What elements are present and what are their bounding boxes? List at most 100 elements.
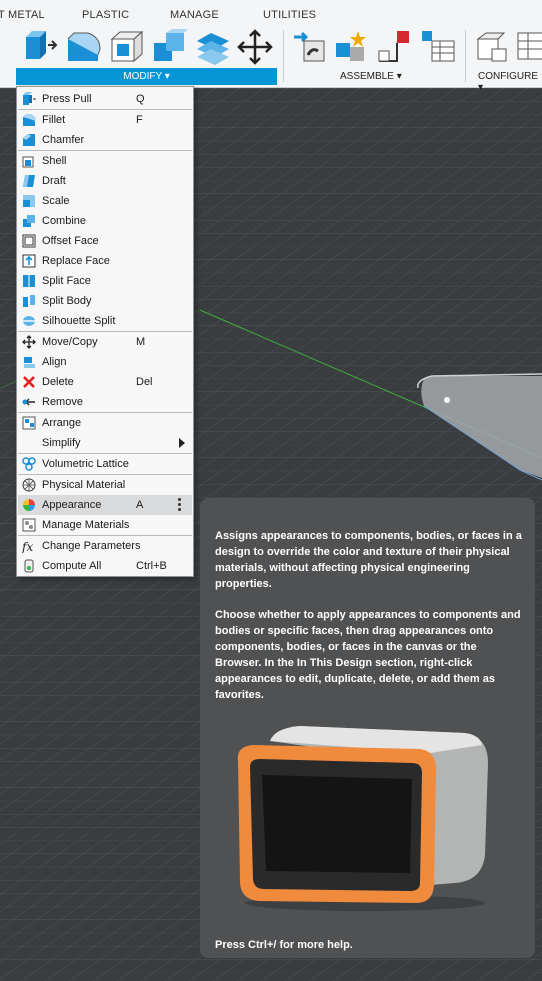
menu-item-shortcut: Ctrl+B: [136, 560, 167, 572]
joint-tool[interactable]: [334, 29, 370, 65]
offset-face-tool[interactable]: [195, 29, 231, 65]
menu-item-simplify[interactable]: Simplify: [18, 433, 192, 453]
menu-item-delete[interactable]: Delete Del: [18, 372, 192, 392]
scale-icon: [22, 194, 36, 208]
toolbar-separator: [465, 30, 466, 82]
tab-sheet-metal[interactable]: T METAL: [0, 9, 45, 21]
new-component-tool[interactable]: [292, 29, 328, 65]
menu-item-chamfer[interactable]: Chamfer: [18, 130, 192, 150]
offset-face-icon: [22, 234, 36, 248]
menu-item-label: Physical Material: [42, 479, 126, 491]
move-icon: [22, 335, 36, 349]
menu-item-split-body[interactable]: Split Body: [18, 291, 192, 311]
menu-item-physical-material[interactable]: Physical Material: [18, 475, 192, 495]
menu-item-volumetric-lattice[interactable]: Volumetric Lattice: [18, 454, 192, 474]
menu-item-label: Offset Face: [42, 235, 99, 247]
menu-item-shortcut: A: [136, 499, 144, 511]
joint-link-icon: [294, 31, 325, 62]
menu-item-label: Volumetric Lattice: [42, 458, 129, 470]
silhouette-split-icon: [22, 314, 36, 328]
menu-item-manage-materials[interactable]: Manage Materials: [18, 515, 192, 535]
menu-item-silhouette-split[interactable]: Silhouette Split: [18, 311, 192, 331]
menu-item-shortcut: Del: [136, 376, 153, 388]
tab-utilities[interactable]: UTILITIES: [263, 9, 316, 21]
menu-item-label: Press Pull: [42, 93, 92, 105]
tooltip-description: Assigns appearances to components, bodie…: [215, 530, 522, 590]
function-fx-icon: fx: [21, 539, 36, 554]
tab-manage[interactable]: MANAGE: [170, 9, 219, 21]
assemble-dropdown[interactable]: ASSEMBLE ▾: [340, 71, 402, 82]
as-built-joint-icon: [378, 31, 409, 62]
more-options-icon[interactable]: [178, 498, 182, 512]
move-tool[interactable]: [237, 29, 273, 65]
menu-item-split-face[interactable]: Split Face: [18, 271, 192, 291]
split-body-icon: [22, 294, 36, 308]
toolbar: T METAL PLASTIC MANAGE UTILITIES MODIFY …: [0, 0, 542, 93]
press-pull-tool[interactable]: [22, 29, 58, 65]
menu-item-draft[interactable]: Draft: [18, 171, 192, 191]
manage-materials-icon: [22, 518, 36, 532]
table-tool[interactable]: [420, 29, 456, 65]
menu-item-appearance[interactable]: Appearance A: [18, 495, 192, 515]
replace-face-icon: [22, 254, 36, 268]
arrange-icon: [22, 416, 36, 430]
chamfer-icon: [22, 133, 36, 147]
split-face-icon: [22, 274, 36, 288]
draft-icon: [22, 174, 36, 188]
volumetric-lattice-icon: [22, 457, 36, 471]
shell-icon: [110, 30, 144, 63]
menu-item-label: Scale: [42, 195, 70, 207]
submenu-arrow-icon: [179, 438, 185, 448]
tooltip-illustration: [230, 723, 495, 913]
menu-item-arrange[interactable]: Arrange: [18, 413, 192, 433]
menu-item-label: Draft: [42, 175, 66, 187]
modify-dropdown[interactable]: MODIFY ▾: [16, 68, 277, 85]
combine-icon: [22, 214, 36, 228]
press-pull-icon: [26, 31, 58, 59]
configure-table-tool[interactable]: [516, 29, 542, 65]
menu-item-fillet[interactable]: Fillet F: [18, 110, 192, 130]
menu-item-label: Move/Copy: [42, 336, 98, 348]
configure-icon: [476, 32, 507, 62]
tooltip-help-hint: Press Ctrl+/ for more help.: [215, 939, 353, 951]
menu-item-label: Align: [42, 356, 67, 368]
menu-item-move-copy[interactable]: Move/Copy M: [18, 332, 192, 352]
menu-item-offset-face[interactable]: Offset Face: [18, 231, 192, 251]
svg-text:fx: fx: [22, 540, 33, 553]
table-icon: [422, 31, 455, 62]
menu-item-label: Delete: [42, 376, 74, 388]
configure-dropdown[interactable]: CONFIGURE ▾: [478, 71, 542, 93]
delete-icon: [22, 375, 36, 389]
align-icon: [22, 355, 36, 369]
offset-face-icon: [197, 33, 229, 65]
combine-icon: [154, 29, 188, 61]
menu-item-label: Shell: [42, 155, 67, 167]
menu-item-label: Compute All: [42, 560, 102, 572]
fillet-icon: [22, 113, 36, 127]
menu-item-label: Chamfer: [42, 134, 85, 146]
compute-all-icon: [22, 559, 36, 573]
menu-item-align[interactable]: Align: [18, 352, 192, 372]
combine-tool[interactable]: [152, 29, 188, 65]
menu-item-label: Simplify: [42, 437, 81, 449]
menu-item-shell[interactable]: Shell: [18, 151, 192, 171]
menu-item-shortcut: Q: [136, 93, 145, 105]
menu-item-scale[interactable]: Scale: [18, 191, 192, 211]
fillet-tool[interactable]: [66, 29, 102, 65]
menu-item-replace-face[interactable]: Replace Face: [18, 251, 192, 271]
as-built-joint-tool[interactable]: [377, 29, 413, 65]
menu-item-label: Manage Materials: [42, 519, 130, 531]
menu-item-remove[interactable]: Remove: [18, 392, 192, 412]
joint-star-icon: [336, 31, 366, 61]
menu-item-label: Change Parameters: [42, 540, 141, 552]
menu-item-combine[interactable]: Combine: [18, 211, 192, 231]
toolbar-separator: [283, 30, 284, 82]
menu-item-press-pull[interactable]: Press Pull Q: [18, 89, 192, 109]
configure-tool[interactable]: [474, 29, 510, 65]
appearance-tooltip: Assigns appearances to components, bodie…: [200, 498, 535, 958]
menu-item-label: Split Body: [42, 295, 92, 307]
menu-item-compute-all[interactable]: Compute All Ctrl+B: [18, 556, 192, 576]
menu-item-change-parameters[interactable]: fx Change Parameters: [18, 536, 192, 556]
shell-tool[interactable]: [109, 29, 145, 65]
tab-plastic[interactable]: PLASTIC: [82, 9, 129, 21]
